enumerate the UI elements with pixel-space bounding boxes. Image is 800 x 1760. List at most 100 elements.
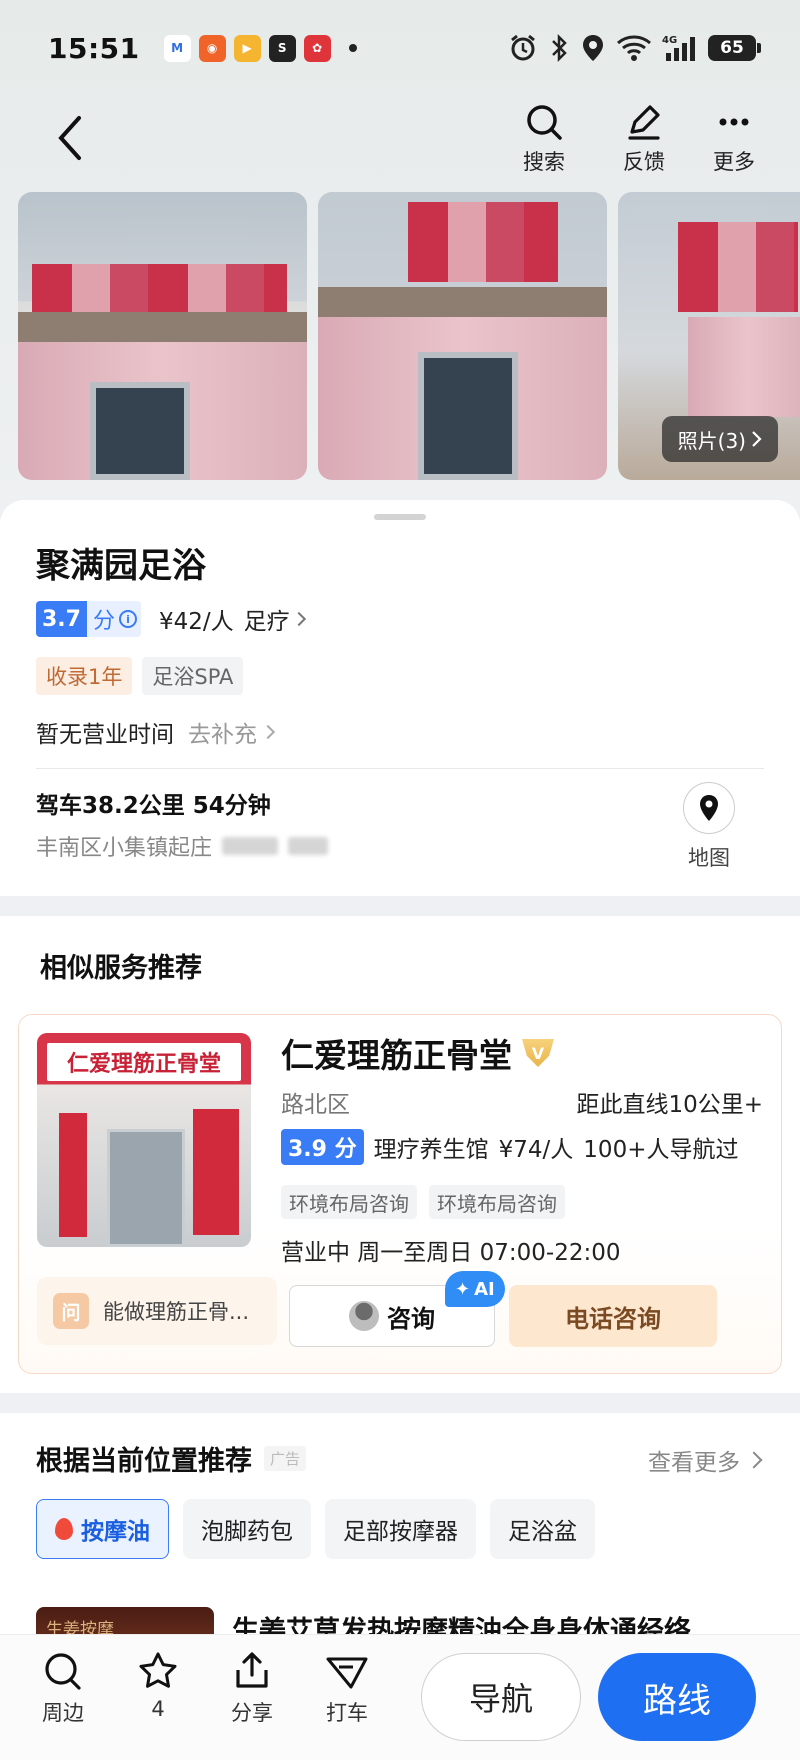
chevron-right-icon	[291, 611, 306, 627]
feedback-label: 反馈	[623, 150, 665, 174]
category-link[interactable]: 足疗	[243, 602, 306, 636]
share-icon	[236, 1652, 268, 1688]
recommended-shop-category: 理疗养生馆	[373, 1137, 489, 1163]
see-more-label: 查看更多	[648, 1450, 740, 1476]
wifi-icon	[617, 35, 651, 61]
share-button[interactable]: 分享	[217, 1651, 287, 1727]
feedback-button[interactable]: 反馈	[604, 102, 684, 176]
share-label: 分享	[231, 1701, 273, 1725]
section-title: 相似服务推荐	[40, 953, 202, 984]
price-per-person: ¥42/人	[159, 609, 234, 635]
add-hours-label: 去补充	[188, 722, 257, 748]
recommended-shop-name: 仁爱理筋正骨堂	[281, 1036, 512, 1075]
shop-name: 聚满园足浴	[36, 546, 206, 586]
chip-foot-soak[interactable]: 泡脚药包	[183, 1499, 311, 1559]
status-app-icons: M ◉ ▶ S ✿	[163, 34, 357, 62]
sparkle-icon: ✦	[455, 1278, 471, 1300]
see-more-link[interactable]: 查看更多	[648, 1443, 763, 1477]
location-status-icon	[583, 35, 603, 61]
redacted-block	[288, 837, 329, 855]
hours-row: 暂无营业时间 去补充	[36, 712, 276, 752]
favorite-count: 4	[151, 1697, 165, 1721]
nearby-button[interactable]: 周边	[28, 1651, 98, 1727]
mail-app-icon: M	[163, 34, 191, 62]
awning-image	[318, 287, 607, 317]
top-nav-bar: 搜索 反馈 更多	[0, 96, 800, 188]
search-button[interactable]: 搜索	[504, 102, 584, 176]
ai-badge: ✦ AI	[445, 1271, 505, 1307]
chevron-right-icon	[745, 1451, 763, 1469]
thumbnail-sign-text: 仁爱理筋正骨堂	[47, 1043, 241, 1081]
more-button[interactable]: 更多	[694, 102, 774, 176]
status-bar: 15:51 M ◉ ▶ S ✿ 4G 65	[0, 0, 800, 96]
shop-sign-image	[678, 222, 798, 312]
shop-photo[interactable]	[318, 192, 607, 480]
shop-photo[interactable]	[18, 192, 307, 480]
shop-info-card: 聚满园足浴 3.7 分 i ¥42/人 足疗 收录1年 足浴SPA 暂无营业时间…	[0, 500, 800, 896]
recommended-shop-name-row: 仁爱理筋正骨堂 V	[281, 1029, 554, 1077]
status-indicators: 4G 65	[508, 33, 761, 63]
shop-sign-image	[32, 264, 287, 312]
rating-unit-label: 分	[92, 609, 115, 634]
awning-image	[18, 312, 307, 342]
favorite-button[interactable]: 4	[123, 1651, 193, 1721]
route-button[interactable]: 路线	[598, 1653, 756, 1741]
ai-label: AI	[474, 1278, 495, 1300]
quick-question-button[interactable]: 问 能做理筋正骨...	[37, 1277, 277, 1345]
back-button[interactable]	[42, 110, 98, 166]
recommended-shop-district: 路北区	[281, 1092, 350, 1118]
battery-indicator: 65	[708, 35, 761, 61]
rating-badge[interactable]: 3.7 分 i	[36, 601, 141, 637]
location-recommend-title-row: 根据当前位置推荐 广告	[36, 1439, 307, 1478]
category-label: 足疗	[243, 609, 290, 635]
info-icon: i	[119, 610, 137, 628]
phone-consult-button[interactable]: 电话咨询	[509, 1285, 717, 1347]
recommended-shop-thumbnail[interactable]: 仁爱理筋正骨堂	[37, 1033, 251, 1247]
more-dots-icon	[719, 118, 749, 126]
rating-row: 3.7 分 i ¥42/人 足疗	[36, 600, 306, 638]
rating-unit: 分 i	[87, 603, 141, 635]
fire-icon	[55, 1518, 73, 1540]
taxi-button[interactable]: 打车	[312, 1651, 382, 1727]
search-label: 搜索	[523, 150, 565, 174]
taobao-app-icon: ◉	[198, 34, 226, 62]
rating-score: 3.7	[36, 601, 87, 637]
door-image	[90, 382, 190, 480]
photo-gallery[interactable]: 照片(3)	[18, 192, 800, 480]
nearby-label: 周边	[42, 1701, 84, 1725]
flower-app-icon: ✿	[303, 34, 331, 62]
shop-tags: 收录1年 足浴SPA	[36, 657, 244, 695]
bluetooth-icon	[552, 33, 567, 63]
verified-badge-icon: V	[522, 1039, 554, 1067]
chevron-right-icon	[752, 431, 762, 447]
map-button[interactable]: 地图	[680, 782, 738, 872]
address-row[interactable]: 丰南区小集镇起庄	[36, 830, 329, 862]
navigate-button[interactable]: 导航	[421, 1653, 581, 1741]
more-notifications-icon	[348, 44, 357, 52]
add-hours-link[interactable]: 去补充	[188, 715, 276, 749]
search-icon	[45, 1653, 81, 1690]
photo-count-label: 照片(3)	[677, 428, 746, 453]
soul-app-icon: S	[268, 34, 296, 62]
signal-icon: 4G	[662, 35, 695, 61]
status-time: 15:51	[48, 31, 140, 65]
drag-handle[interactable]	[374, 514, 426, 520]
recommended-shop-tag: 环境布局咨询	[281, 1185, 417, 1219]
chip-foot-basin[interactable]: 足浴盆	[490, 1499, 595, 1559]
svg-text:4G: 4G	[662, 35, 677, 46]
thumbnail-banner-left	[59, 1113, 87, 1237]
location-recommend-title: 根据当前位置推荐	[36, 1446, 252, 1477]
chip-label: 按摩油	[81, 1519, 150, 1545]
recommended-shop-price: ¥74/人	[498, 1137, 574, 1163]
business-hours: 暂无营业时间	[36, 722, 174, 748]
photo-count-button[interactable]: 照片(3)	[661, 416, 778, 462]
chip-foot-massager[interactable]: 足部按摩器	[325, 1499, 476, 1559]
tag-category: 足浴SPA	[142, 657, 244, 695]
quick-question-text: 能做理筋正骨...	[103, 1300, 250, 1324]
redacted-block	[222, 837, 279, 855]
taxi-icon	[326, 1657, 368, 1689]
chip-massage-oil[interactable]: 按摩油	[36, 1499, 169, 1559]
tag-listed: 收录1年	[36, 657, 133, 695]
search-icon	[527, 105, 562, 140]
recommended-shop-card[interactable]: 仁爱理筋正骨堂 仁爱理筋正骨堂 V 路北区 距此直线10公里+ 3.9 分 理疗…	[18, 1014, 782, 1374]
